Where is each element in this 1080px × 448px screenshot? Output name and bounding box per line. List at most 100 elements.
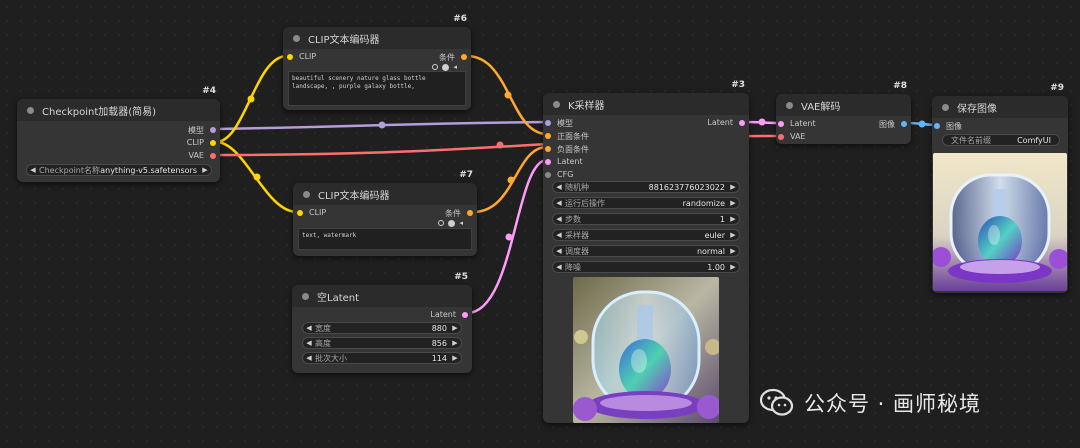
node-save-image[interactable]: #9 保存图像 图像 文件名前缀 ComfyUI: [932, 83, 1068, 293]
wire-negative-midpoint[interactable]: [507, 176, 515, 184]
node-header[interactable]: 空Latent: [292, 285, 472, 307]
slot-dot-icon[interactable]: [462, 312, 468, 318]
seed-widget[interactable]: ◀ 随机种 881623776023022 ▶: [552, 181, 740, 193]
output-slot-model[interactable]: 模型: [188, 125, 216, 136]
scheduler-widget[interactable]: ◀ 调度器 normal ▶: [552, 245, 740, 257]
arrow-left-icon[interactable]: ◀: [553, 263, 565, 271]
output-slot-latent[interactable]: Latent: [707, 118, 745, 127]
slot-dot-icon[interactable]: [461, 54, 467, 60]
collapse-dot-icon[interactable]: [302, 292, 309, 300]
slot-dot-icon[interactable]: [545, 120, 551, 126]
wire-clip-top-midpoint[interactable]: [247, 95, 255, 103]
input-slot-model[interactable]: 模型: [545, 118, 573, 129]
slot-dot-icon[interactable]: [739, 120, 745, 126]
output-slot-clip[interactable]: CLIP: [187, 138, 216, 147]
wire-empty-latent-midpoint[interactable]: [505, 233, 513, 241]
saved-image-preview[interactable]: [933, 153, 1067, 291]
checkpoint-name-widget[interactable]: ◀ Checkpoint名称 anything-v5.safetensors ▶: [26, 164, 212, 176]
slot-dot-icon[interactable]: [901, 121, 907, 127]
node-header[interactable]: VAE解码: [776, 94, 911, 116]
arrow-right-icon[interactable]: ▶: [727, 263, 739, 271]
arrow-right-icon[interactable]: ▶: [727, 231, 739, 239]
slot-dot-icon[interactable]: [545, 172, 551, 178]
wire-model-midpoint[interactable]: [378, 121, 386, 129]
height-widget[interactable]: ◀ 高度 856 ▶: [302, 337, 462, 349]
collapse-dot-icon[interactable]: [553, 100, 560, 108]
node-header[interactable]: Checkpoint加载器(简易): [17, 99, 220, 121]
output-slot-vae[interactable]: VAE: [189, 151, 216, 160]
input-slot-vae[interactable]: VAE: [778, 132, 806, 141]
arrow-right-icon[interactable]: ▶: [727, 215, 739, 223]
input-slot-latent[interactable]: Latent: [778, 119, 816, 128]
arrow-left-icon[interactable]: ◀: [553, 183, 565, 191]
wire-sampler-latent-midpoint[interactable]: [758, 118, 766, 126]
collapse-dot-icon[interactable]: [786, 101, 793, 109]
node-vae-decode[interactable]: #8 VAE解码 Latent VAE 图像: [776, 81, 911, 144]
output-slot-conditioning[interactable]: 条件: [445, 208, 473, 219]
collapse-dot-icon[interactable]: [303, 190, 310, 198]
arrow-right-icon[interactable]: ▶: [199, 166, 211, 174]
collapse-dot-icon[interactable]: [942, 103, 949, 111]
input-slot-clip[interactable]: CLIP: [297, 208, 326, 217]
text-widget-controls[interactable]: ◂: [432, 63, 457, 71]
node-empty-latent[interactable]: #5 空Latent Latent ◀ 宽度 880 ▶ ◀ 高度 856 ▶ …: [292, 272, 472, 373]
steps-widget[interactable]: ◀ 步数 1 ▶: [552, 213, 740, 225]
node-header[interactable]: 保存图像: [932, 96, 1068, 118]
arrow-left-icon[interactable]: ◀: [553, 231, 565, 239]
arrow-left-icon[interactable]: ◀: [303, 339, 315, 347]
width-widget[interactable]: ◀ 宽度 880 ▶: [302, 322, 462, 334]
arrow-left-icon[interactable]: ◀: [303, 354, 315, 362]
ring-icon[interactable]: [432, 64, 439, 70]
slot-dot-icon[interactable]: [545, 159, 551, 165]
slot-dot-icon[interactable]: [210, 153, 216, 159]
arrow-right-icon[interactable]: ▶: [727, 183, 739, 191]
input-slot-clip[interactable]: CLIP: [287, 52, 316, 61]
arrow-right-icon[interactable]: ▶: [727, 247, 739, 255]
arrow-left-icon[interactable]: ◀: [553, 215, 565, 223]
prompt-textarea[interactable]: beautiful scenery nature glass bottle la…: [288, 71, 466, 106]
node-ksampler[interactable]: #3 K采样器 模型 正面条件 负面条件 Latent CFG Latent ◀…: [543, 80, 749, 423]
node-header[interactable]: CLIP文本编码器: [293, 183, 477, 205]
arrow-right-icon[interactable]: ▶: [727, 199, 739, 207]
output-slot-image[interactable]: 图像: [879, 119, 907, 130]
wire-clip-bottom-midpoint[interactable]: [253, 173, 261, 181]
record-icon[interactable]: [442, 63, 450, 71]
slot-dot-icon[interactable]: [467, 210, 473, 216]
arrow-right-icon[interactable]: ▶: [449, 354, 461, 362]
wire-positive-midpoint[interactable]: [504, 91, 512, 99]
arrow-left-icon[interactable]: ◀: [553, 199, 565, 207]
output-slot-latent[interactable]: Latent: [430, 310, 468, 319]
collapse-dot-icon[interactable]: [293, 34, 300, 42]
prompt-textarea[interactable]: text, watermark: [298, 228, 472, 250]
slot-dot-icon[interactable]: [210, 140, 216, 146]
node-header[interactable]: CLIP文本编码器: [283, 27, 471, 49]
ring-icon[interactable]: [438, 220, 445, 226]
node-header[interactable]: K采样器: [543, 93, 749, 115]
arrow-left-icon[interactable]: ◀: [303, 324, 315, 332]
filename-prefix-widget[interactable]: 文件名前缀 ComfyUI: [942, 134, 1060, 146]
input-slot-latent[interactable]: Latent: [545, 157, 583, 166]
slot-dot-icon[interactable]: [210, 127, 216, 133]
slot-dot-icon[interactable]: [545, 133, 551, 139]
slot-dot-icon[interactable]: [297, 210, 303, 216]
slot-dot-icon[interactable]: [778, 121, 784, 127]
wire-vae-midpoint[interactable]: [496, 141, 504, 149]
input-slot-negative[interactable]: 负面条件: [545, 144, 589, 155]
denoise-widget[interactable]: ◀ 降噪 1.00 ▶: [552, 261, 740, 273]
input-slot-cfg[interactable]: CFG: [545, 170, 573, 179]
node-clip-text-encode-negative[interactable]: #7 CLIP文本编码器 CLIP 条件 ◂ text, watermark: [293, 170, 477, 256]
batch-size-widget[interactable]: ◀ 批次大小 114 ▶: [302, 352, 462, 364]
output-slot-conditioning[interactable]: 条件: [439, 52, 467, 63]
record-icon[interactable]: [448, 219, 456, 227]
slot-dot-icon[interactable]: [545, 146, 551, 152]
node-clip-text-encode-positive[interactable]: #6 CLIP文本编码器 CLIP 条件 ◂ beautiful scenery…: [283, 14, 471, 110]
arrow-left-icon[interactable]: ◀: [27, 166, 39, 174]
node-checkpoint-loader[interactable]: #4 Checkpoint加载器(简易) 模型 CLIP VAE ◀ Check…: [17, 86, 220, 182]
sampler-widget[interactable]: ◀ 采样器 euler ▶: [552, 229, 740, 241]
arrow-right-icon[interactable]: ▶: [449, 339, 461, 347]
slot-dot-icon[interactable]: [287, 54, 293, 60]
sampler-preview-image[interactable]: [573, 277, 719, 423]
arrow-right-icon[interactable]: ▶: [449, 324, 461, 332]
collapse-dot-icon[interactable]: [27, 106, 34, 114]
arrow-left-icon[interactable]: ◀: [553, 247, 565, 255]
